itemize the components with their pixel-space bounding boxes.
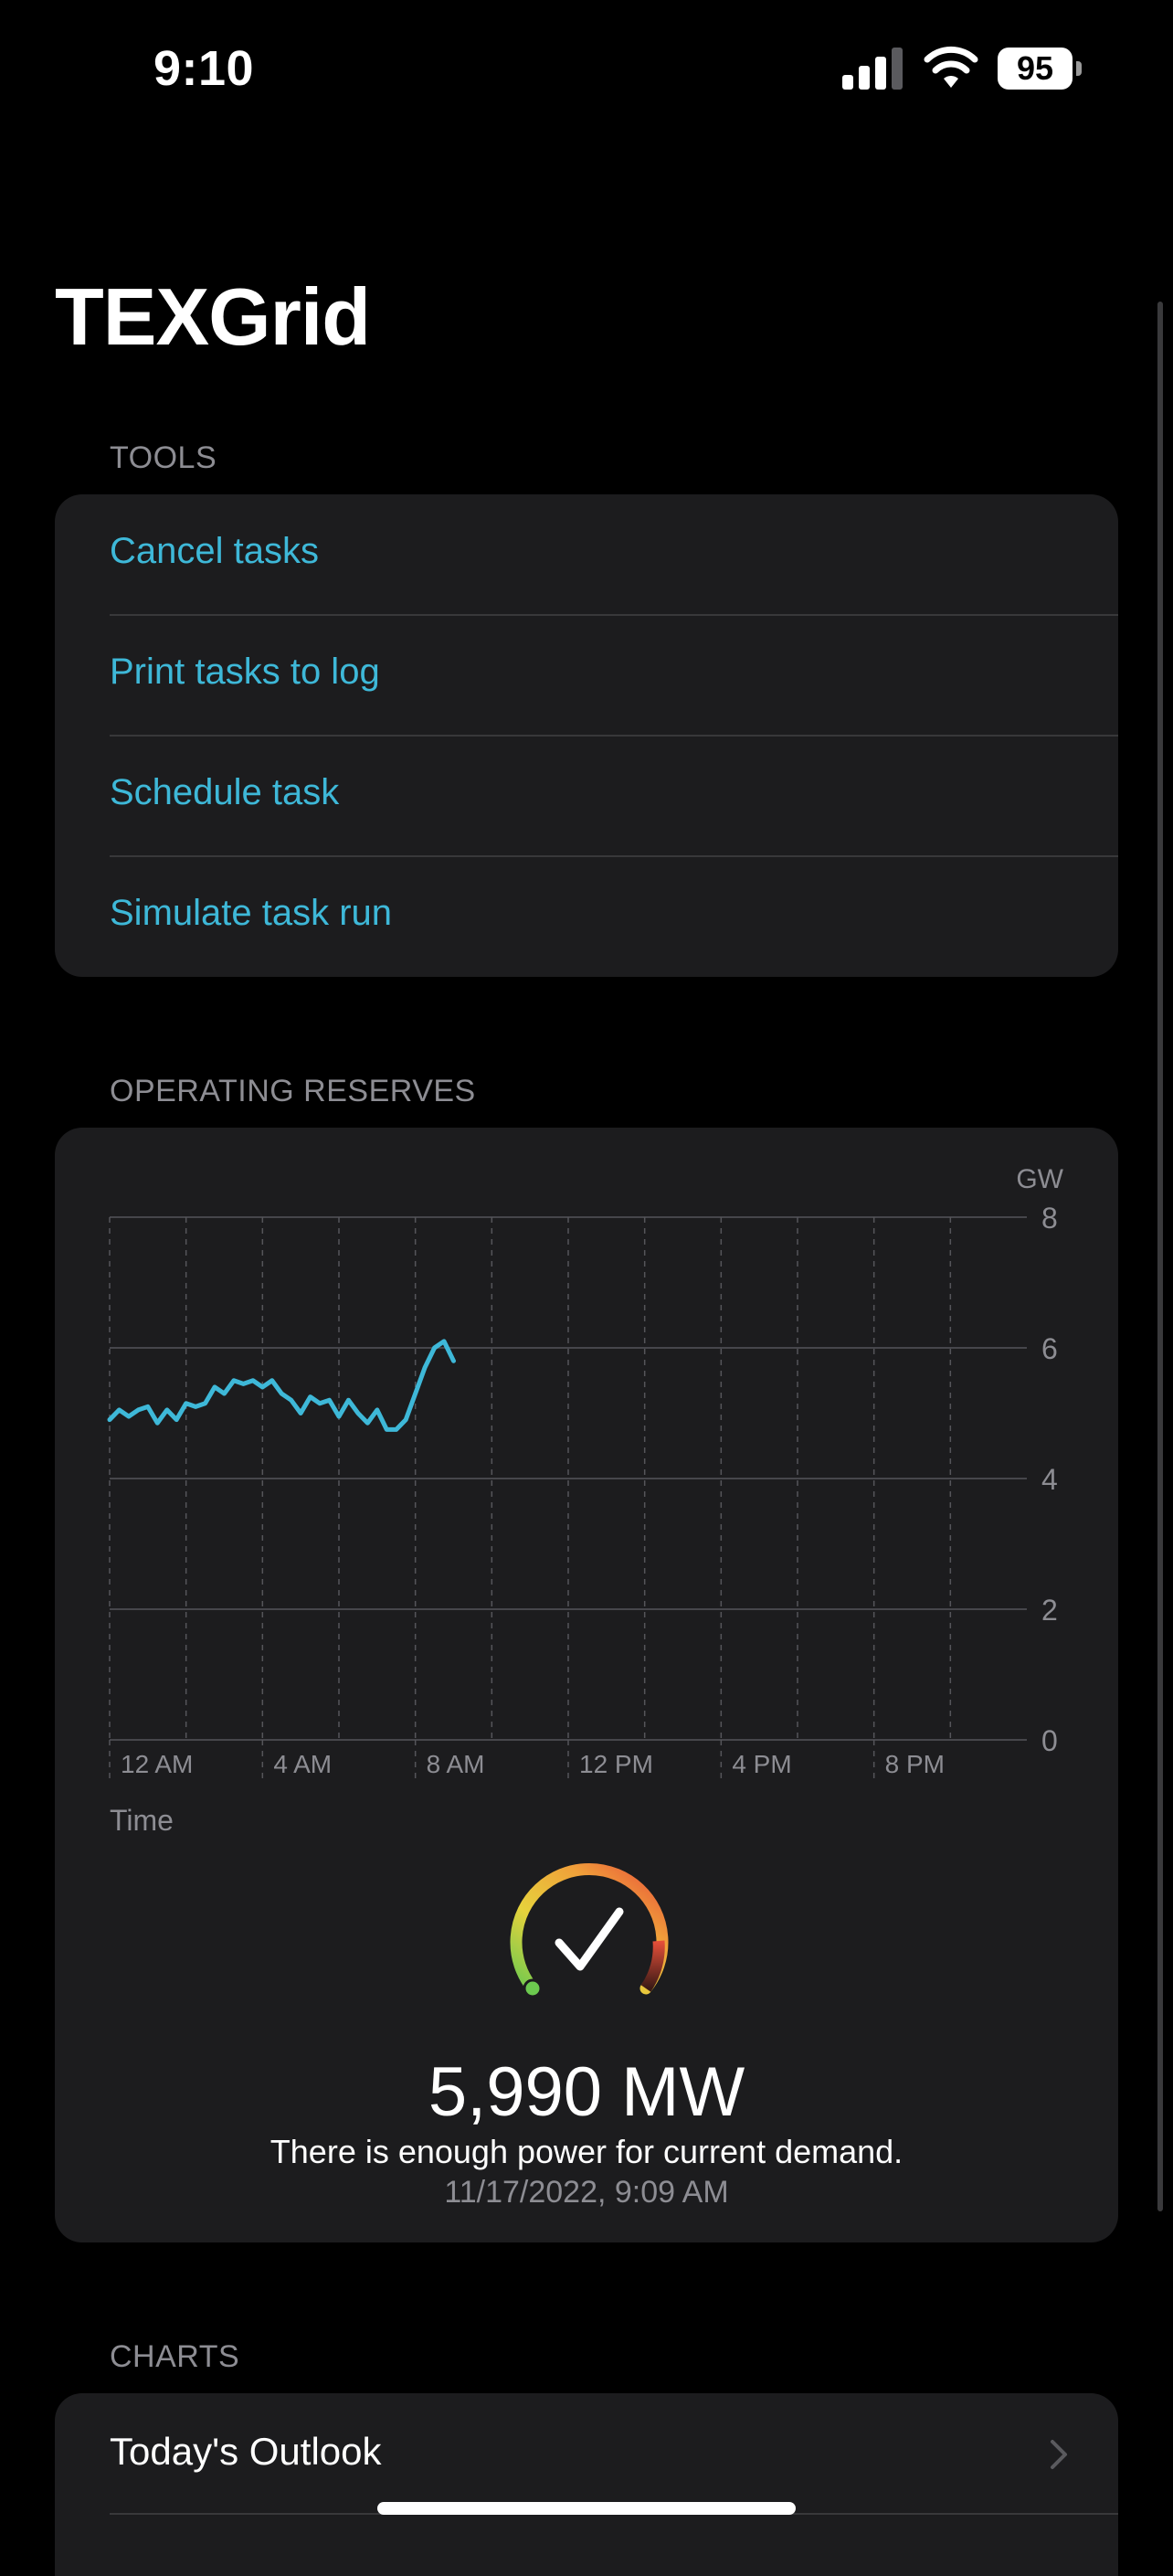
cancel-tasks-button[interactable]: Cancel tasks bbox=[55, 494, 1118, 615]
x-tick-label: 4 AM bbox=[273, 1750, 332, 1778]
y-tick-label: 2 bbox=[1041, 1594, 1058, 1627]
simulate-task-run-label: Simulate task run bbox=[110, 893, 393, 933]
reserve-value: 5,990 MW bbox=[428, 2053, 745, 2131]
battery-tip bbox=[1076, 61, 1082, 76]
todays-outlook-label: Today's Outlook bbox=[110, 2430, 382, 2473]
x-tick-label: 12 AM bbox=[121, 1750, 193, 1778]
reserves-chart: 0 2 4 6 8 GW 12 AM 4 AM 8 AM 12 PM 4 PM 8 PM bbox=[107, 1164, 1064, 1782]
y-tick-label: 8 bbox=[1041, 1202, 1058, 1235]
battery-level: 95 bbox=[998, 48, 1073, 90]
y-tick-label: 4 bbox=[1041, 1463, 1058, 1496]
reserve-status-message: There is enough power for current demand… bbox=[269, 2133, 904, 2170]
reserve-timestamp: 11/17/2022, 9:09 AM bbox=[444, 2175, 729, 2210]
charts-section-header: CHARTS bbox=[110, 2339, 240, 2374]
cancel-tasks-label: Cancel tasks bbox=[110, 531, 319, 571]
tools-section-header: TOOLS bbox=[110, 440, 217, 475]
x-tick-label: 8 PM bbox=[885, 1750, 945, 1778]
y-tick-label: 0 bbox=[1041, 1724, 1058, 1757]
reserves-section-header: OPERATING RESERVES bbox=[110, 1074, 476, 1108]
wifi-icon bbox=[924, 46, 978, 88]
battery-icon: 95 bbox=[998, 48, 1082, 90]
y-unit-label: GW bbox=[1016, 1164, 1063, 1194]
print-tasks-label: Print tasks to log bbox=[110, 652, 380, 692]
page-title: TEXGrid bbox=[55, 271, 371, 362]
x-tick-label: 4 PM bbox=[732, 1750, 791, 1778]
tools-card: Cancel tasks Print tasks to log Schedule… bbox=[55, 494, 1118, 977]
x-axis-title: Time bbox=[110, 1804, 174, 1837]
schedule-task-button[interactable]: Schedule task bbox=[55, 736, 1118, 856]
status-bar: 9:10 95 bbox=[0, 0, 1173, 137]
x-tick-label: 12 PM bbox=[579, 1750, 653, 1778]
chevron-right-icon bbox=[1051, 2440, 1067, 2469]
y-tick-label: 6 bbox=[1041, 1332, 1058, 1365]
checkmark-gauge-icon bbox=[510, 1863, 669, 1998]
todays-outlook-row[interactable]: Today's Outlook bbox=[55, 2393, 1118, 2514]
print-tasks-to-log-button[interactable]: Print tasks to log bbox=[55, 615, 1118, 736]
x-tick-label: 8 AM bbox=[427, 1750, 485, 1778]
reserves-series-line bbox=[107, 1339, 456, 1432]
scrollbar[interactable] bbox=[1157, 302, 1163, 2211]
charts-card: Today's Outlook bbox=[55, 2393, 1118, 2576]
home-indicator[interactable] bbox=[377, 2502, 796, 2515]
reserves-card: 0 2 4 6 8 GW 12 AM 4 AM 8 AM 12 PM 4 PM 8 PM Time 5… bbox=[55, 1128, 1118, 2242]
schedule-task-label: Schedule task bbox=[110, 772, 340, 812]
simulate-task-run-button[interactable]: Simulate task run bbox=[55, 856, 1118, 977]
cellular-signal-icon bbox=[842, 48, 903, 90]
status-time: 9:10 bbox=[153, 41, 255, 96]
